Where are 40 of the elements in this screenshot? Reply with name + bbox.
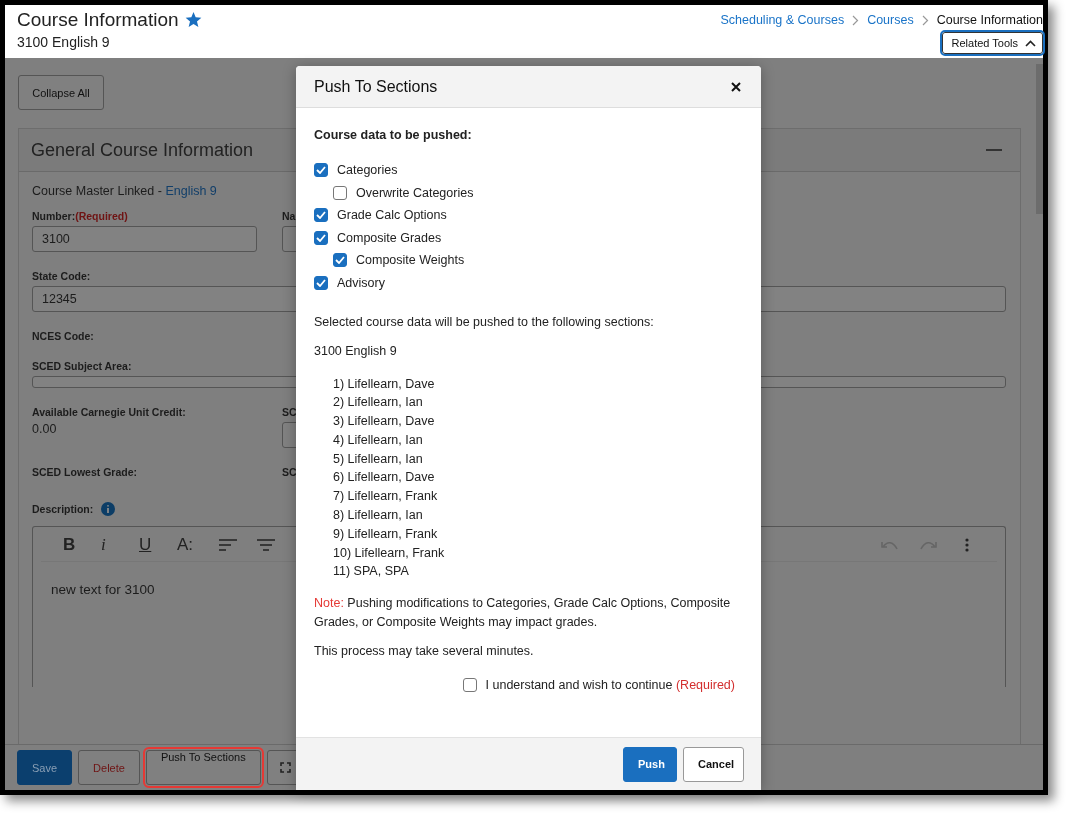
section-item: 4) Lifellearn, Ian [333,431,424,449]
field-label: SCED Subject Area: [32,360,133,372]
dialog-title: Push To Sections [314,77,438,96]
section-title: General Course Information [31,139,254,161]
section-item: 3) Lifellearn, Dave [333,413,436,431]
checkbox-label: Grade Calc Options [337,208,447,222]
section-item: 2) Lifellearn, Ian [333,394,424,412]
page-subtitle: 3100 English 9 [17,34,111,50]
page-title: Course Information [17,9,179,31]
field-label: Description: [32,503,94,515]
field-label: SC [282,406,298,418]
section-item: 6) Lifellearn, Dave [333,469,436,487]
section-item: 1) Lifellearn, Dave [333,375,436,393]
field-label: Available Carnegie Unit Credit: [32,406,187,418]
field-label: SC [282,466,297,478]
checkbox-label: Advisory [337,275,385,290]
section-item: 5) Lifellearn, Ian [333,450,424,468]
field-label: State Code: [32,270,92,282]
process-text: This process may take several minutes. [314,644,535,659]
course-name: 3100 English 9 [314,343,398,358]
field-label: SCED Lowest Grade: [32,466,139,478]
field-label: Number:(Required) [32,210,129,222]
section-item: 8) Lifellearn, Ian [333,507,424,525]
note-text: Note: Pushing modifications to Categories, Grade Calc Options, Composite Grades, or Composite Weights may impact grades. [314,595,732,632]
field-label: NCES Code: [32,330,95,342]
checkbox-label: Overwrite Categories [356,185,474,200]
checkbox-label: Categories [337,163,398,177]
breadcrumb-current: Course Information [936,13,1043,27]
section-item: 7) Lifellearn, Frank [333,488,439,506]
description-text: new text for 3100 [51,582,156,597]
checkbox-label: Composite Grades [337,230,442,245]
field-label: Na [282,210,297,222]
confirm-label: I understand and wish to continue (Required) [485,678,735,693]
section-item: 10) Lifellearn, Frank [333,544,446,562]
sections-intro: Selected course data will be pushed to the following sections: [314,314,655,329]
section-item: 9) Lifellearn, Frank [333,525,439,543]
options-heading: Course data to be pushed: [314,128,473,142]
checkbox-label: Composite Weights [356,253,465,267]
section-item: 11) SPA, SPA [333,563,410,581]
field-value: 0.00 [32,422,58,436]
